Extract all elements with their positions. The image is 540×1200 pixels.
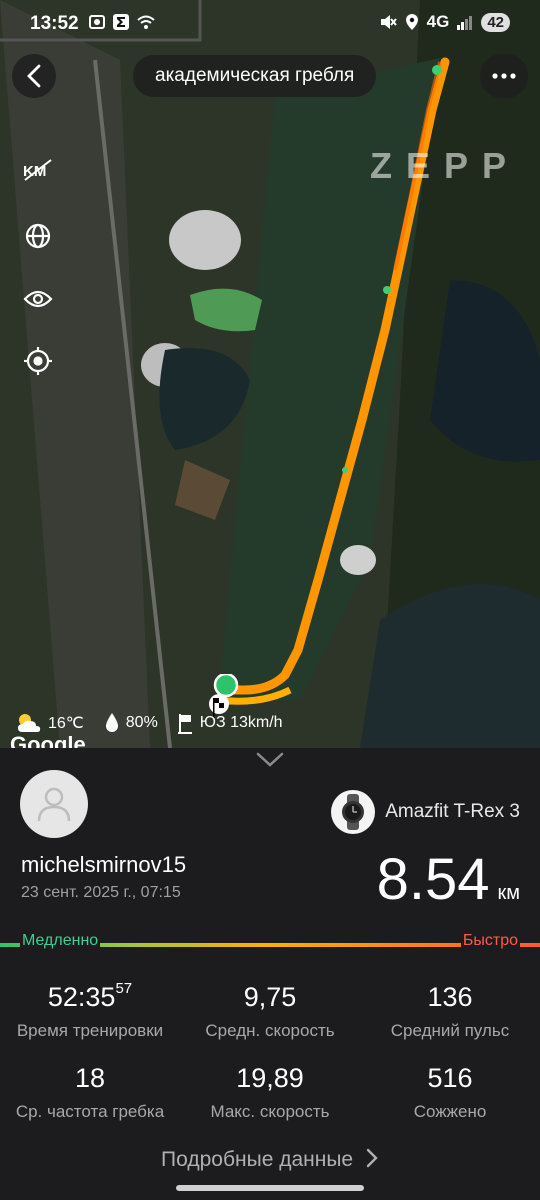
km-markers-icon[interactable]: KM	[20, 152, 56, 188]
stat-value: 9,75	[243, 982, 297, 1012]
details-link-label: Подробные данные	[161, 1148, 354, 1171]
stat-label: Средний пульс	[390, 1021, 510, 1040]
temperature: 16℃	[48, 715, 84, 732]
more-dots-icon	[492, 73, 516, 79]
route-map[interactable]: ZEPP KM 16℃ 80% ЮЗ 13km/h Google	[0, 0, 540, 748]
stat-duration: 52:3557 Время тренировки	[0, 980, 180, 1041]
signal-icon	[457, 16, 473, 30]
wifi-icon	[137, 15, 155, 29]
wind: ЮЗ 13km/h	[199, 714, 283, 731]
home-indicator[interactable]	[176, 1185, 364, 1191]
workout-date: 23 сент. 2025 г., 07:15	[21, 884, 181, 901]
stat-avg-heart-rate: 136 Средний пульс	[360, 982, 540, 1041]
username: michelsmirnov15	[21, 852, 187, 877]
status-right-icons: 4G 42	[379, 12, 510, 32]
user-silhouette-icon	[37, 787, 71, 822]
back-button[interactable]	[12, 54, 56, 98]
globe-icon[interactable]	[20, 218, 56, 254]
stat-label: Сожжено	[413, 1102, 487, 1121]
watch-icon	[331, 790, 376, 834]
device-name: Amazfit T-Rex 3	[385, 801, 520, 822]
collapse-chevron-icon[interactable]	[256, 752, 284, 768]
mute-icon	[380, 15, 397, 29]
humidity-drop-icon	[105, 713, 118, 732]
stat-value: 52:35	[47, 982, 116, 1012]
status-bar: 13:52 4G 42	[0, 0, 540, 50]
avatar[interactable]	[20, 770, 88, 838]
partly-cloudy-icon	[18, 714, 41, 732]
location-pin-icon	[405, 14, 418, 30]
total-distance: 8.54 км	[377, 846, 520, 913]
weather-info: 16℃ 80% ЮЗ 13km/h	[16, 712, 297, 734]
stat-avg-speed: 9,75 Средн. скорость	[180, 982, 360, 1041]
screen-record-icon	[89, 15, 105, 29]
stat-max-speed: 19,89 Макс. скорость	[180, 1063, 360, 1122]
status-notification-icons	[88, 13, 156, 31]
eye-icon[interactable]	[20, 281, 56, 317]
google-logo: Google	[10, 732, 86, 748]
stat-value: 19,89	[236, 1063, 304, 1093]
chevron-right-icon	[366, 1148, 378, 1168]
sigma-app-icon	[113, 14, 129, 30]
wind-flag-icon	[177, 714, 192, 734]
stat-label: Средн. скорость	[205, 1021, 335, 1040]
stat-value: 18	[74, 1063, 106, 1093]
details-link[interactable]: Подробные данные	[0, 1148, 540, 1172]
stat-stroke-rate: 18 Ср. частота гребка	[0, 1063, 180, 1122]
stat-value: 136	[427, 982, 473, 1012]
network-type: 4G	[426, 12, 450, 31]
stat-value-seconds: 57	[115, 980, 133, 997]
satellite-map-background	[0, 0, 540, 748]
stat-label: Время тренировки	[16, 1021, 164, 1040]
locate-icon[interactable]	[20, 343, 56, 379]
stat-label: Ср. частота гребка	[15, 1102, 165, 1121]
stat-label: Макс. скорость	[210, 1102, 330, 1121]
more-options-button[interactable]	[480, 54, 528, 98]
speed-fast-label: Быстро	[460, 932, 520, 950]
status-time: 13:52	[30, 13, 79, 34]
humidity: 80%	[125, 714, 158, 731]
device-info: Amazfit T-Rex 3	[331, 790, 520, 834]
top-bar: академическая гребля	[0, 52, 540, 102]
speed-slow-label: Медленно	[20, 932, 101, 950]
stat-calories: 516 Сожжено	[360, 1063, 540, 1122]
stat-value: 516	[427, 1063, 473, 1093]
back-arrow-icon	[27, 64, 41, 88]
workout-title[interactable]: академическая гребля	[133, 55, 377, 97]
distance-value: 8.54	[376, 847, 490, 912]
zepp-watermark: ZEPP	[370, 145, 521, 186]
battery-level: 42	[481, 12, 510, 32]
distance-unit: км	[497, 882, 521, 904]
